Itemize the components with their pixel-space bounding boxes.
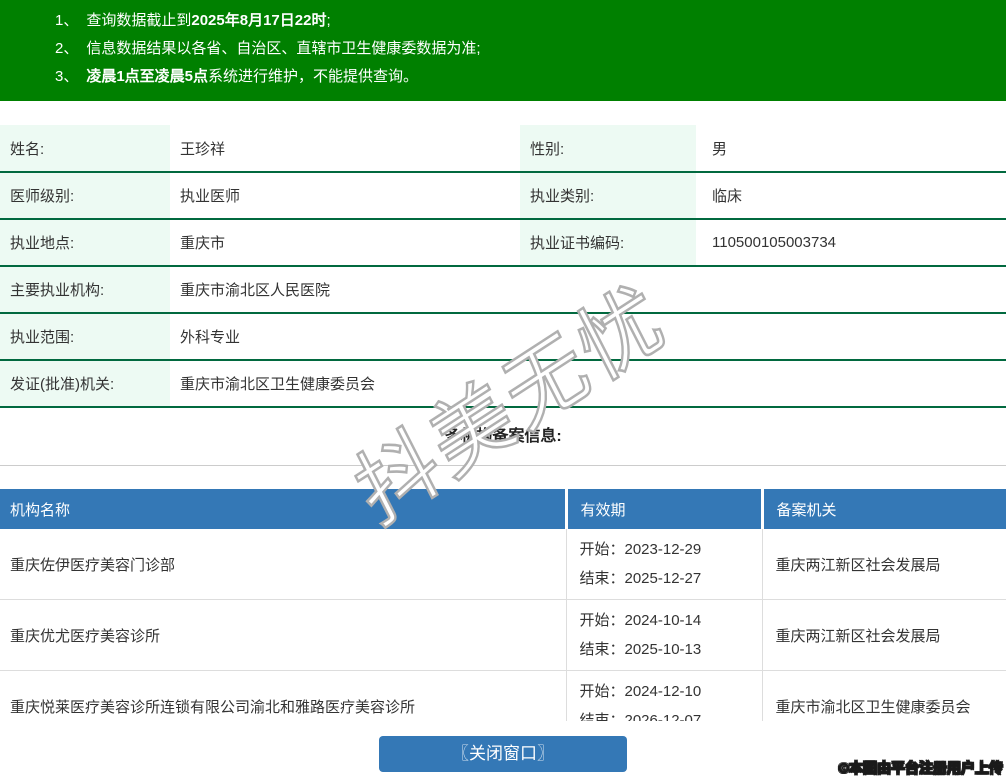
table-row: 主要执业机构: 重庆市渝北区人民医院 [0,266,1006,314]
authority-cell: 重庆两江新区社会发展局 [761,529,1006,600]
notice-number: 3、 [55,68,79,85]
practice-category-label: 执业类别: [520,172,696,220]
validity-start: 开始：2023-12-29 [579,541,702,558]
name-label: 姓名: [0,125,170,173]
notice-banner: 1、 查询数据截止到2025年8月17日22时; 2、 信息数据结果以各省、自治区、… [0,0,1006,101]
filing-row: 重庆优尤医疗美容诊所 开始：2024-10-14 结束：2025-10-13 重… [0,599,1006,671]
notice-text-bold: 凌晨1点至凌晨5点 [86,68,209,85]
authority-cell: 重庆两江新区社会发展局 [761,599,1006,671]
gender-label: 性别: [520,125,696,173]
notice-line-2: 2、 信息数据结果以各省、自治区、直辖市卫生健康委数据为准; [55,35,986,63]
notice-line-1: 1、 查询数据截止到2025年8月17日22时; [55,7,986,35]
institution-name-cell: 重庆悦莱医疗美容诊所连锁有限公司渝北和雅路医疗美容诊所 [0,670,566,721]
main-institution-value: 重庆市渝北区人民医院 [170,266,1006,314]
license-number-label: 执业证书编码: [520,219,696,267]
practice-location-value: 重庆市 [170,219,520,267]
notice-text: 系统进行维护，不能提供查询。 [208,68,419,85]
table-row: 发证(批准)机关: 重庆市渝北区卫生健康委员会 [0,360,1006,408]
institution-name-cell: 重庆佐伊医疗美容门诊部 [0,529,566,600]
gender-value: 男 [696,125,1006,173]
main-institution-label: 主要执业机构: [0,266,170,314]
validity-start: 开始：2024-12-10 [579,683,702,700]
table-row: 医师级别: 执业医师 执业类别: 临床 [0,172,1006,220]
validity-start: 开始：2024-10-14 [579,612,702,629]
license-number-value: 110500105003734 [696,219,1006,267]
notice-text: ; [326,12,331,29]
practice-scope-value: 外科专业 [170,313,1006,361]
col-header-institution: 机构名称 [0,489,566,529]
close-window-button[interactable]: 〖关闭窗口〗 [379,736,627,772]
institution-name-cell: 重庆优尤医疗美容诊所 [0,599,566,671]
notice-text: 查询数据截止到 [86,12,192,29]
authority-cell: 重庆市渝北区卫生健康委员会 [761,670,1006,721]
table-row: 姓名: 王珍祥 性别: 男 [0,125,1006,173]
notice-number: 1、 [55,12,79,29]
validity-end: 结束：2026-12-07 [579,712,702,721]
notice-line-3: 3、 凌晨1点至凌晨5点系统进行维护，不能提供查询。 [55,63,986,91]
filings-table: 机构名称 有效期 备案机关 重庆佐伊医疗美容门诊部 开始：2023-12-29 … [0,489,1006,721]
col-header-authority: 备案机关 [760,489,1006,529]
doctor-level-label: 医师级别: [0,172,170,220]
issuing-authority-label: 发证(批准)机关: [0,360,170,408]
filings-header-row: 机构名称 有效期 备案机关 [0,489,1006,529]
filing-row: 重庆悦莱医疗美容诊所连锁有限公司渝北和雅路医疗美容诊所 开始：2024-12-1… [0,670,1006,721]
table-row: 执业地点: 重庆市 执业证书编码: 110500105003734 [0,219,1006,267]
practice-location-label: 执业地点: [0,219,170,267]
validity-end: 结束：2025-10-13 [579,641,702,658]
filing-row: 重庆佐伊医疗美容门诊部 开始：2023-12-29 结束：2025-12-27 … [0,529,1006,600]
name-value: 王珍祥 [170,125,520,173]
practice-scope-label: 执业范围: [0,313,170,361]
filings-table-clip: 机构名称 有效期 备案机关 重庆佐伊医疗美容门诊部 开始：2023-12-29 … [0,489,1006,721]
validity-cell: 开始：2024-10-14 结束：2025-10-13 [565,599,762,671]
col-header-validity: 有效期 [564,489,762,529]
notice-number: 2、 [55,40,79,57]
validity-cell: 开始：2024-12-10 结束：2026-12-07 [565,670,762,721]
doctor-level-value: 执业医师 [170,172,520,220]
multi-org-filing-heading: 多机构备案信息: [0,408,1006,466]
validity-cell: 开始：2023-12-29 结束：2025-12-27 [565,529,762,600]
issuing-authority-value: 重庆市渝北区卫生健康委员会 [170,360,1006,408]
practice-category-value: 临床 [696,172,1006,220]
practitioner-info-table: 姓名: 王珍祥 性别: 男 医师级别: 执业医师 执业类别: 临床 执业地点: … [0,125,1006,408]
notice-text: 信息数据结果以各省、自治区、直辖市卫生健康委数据为准; [86,40,481,57]
notice-text-bold: 2025年8月17日22时 [191,12,327,29]
button-bar: 〖关闭窗口〗 [0,736,1006,772]
table-row: 执业范围: 外科专业 [0,313,1006,361]
validity-end: 结束：2025-12-27 [579,570,702,587]
